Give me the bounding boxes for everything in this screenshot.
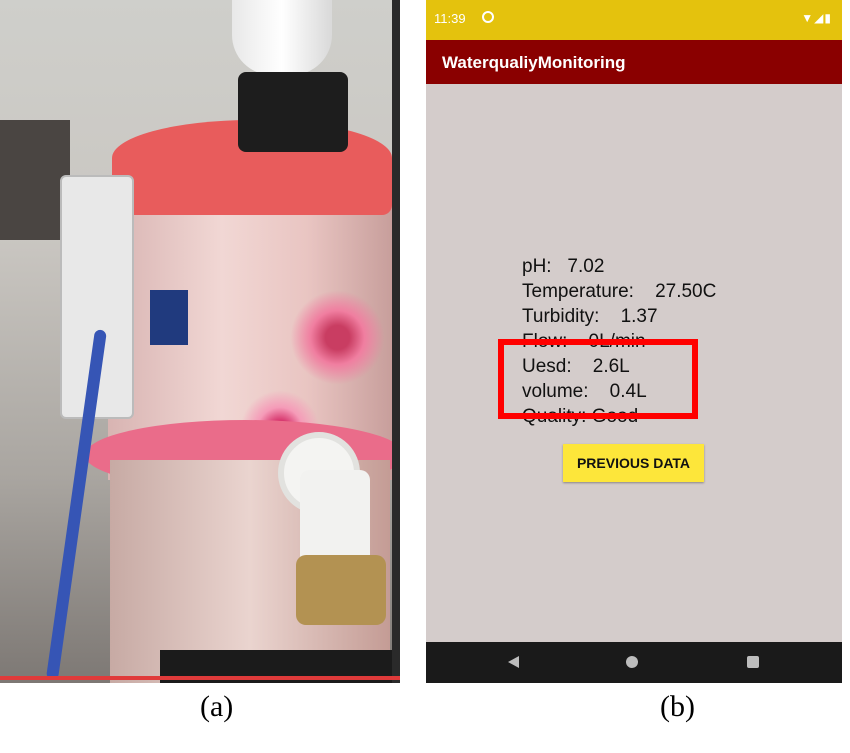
reading-label: Temperature: <box>522 281 634 302</box>
brass-valve <box>296 555 386 625</box>
reading-value: 27.50C <box>655 281 717 302</box>
app-title: WaterqualiyMonitoring <box>442 53 626 72</box>
previous-data-button[interactable]: PREVIOUS DATA <box>563 444 704 482</box>
status-bar: 11:39 ▼◢▮ <box>426 0 842 40</box>
caption-b: (b) <box>660 690 695 723</box>
signal-battery-icons: ▼◢▮ <box>801 11 832 25</box>
caption-a: (a) <box>200 690 234 723</box>
pump-motor <box>238 72 348 152</box>
device-photo <box>0 0 400 683</box>
sensor-module <box>150 290 188 345</box>
reading-ph: pH: 7.02 <box>522 254 822 279</box>
reading-value: 1.37 <box>620 306 658 327</box>
reading-label: Turbidity: <box>522 306 600 327</box>
highlight-box <box>498 339 698 419</box>
reading-label: pH: <box>522 256 552 277</box>
recents-icon[interactable] <box>747 656 759 668</box>
reading-turbidity: Turbidity: 1.37 <box>522 304 822 329</box>
bottle <box>232 0 332 75</box>
reading-temperature: Temperature: 27.50C <box>522 279 822 304</box>
frame-edge <box>392 0 400 683</box>
home-icon[interactable] <box>626 656 638 668</box>
cast-icon <box>482 11 494 23</box>
navigation-bar <box>426 642 842 683</box>
reading-value: 7.02 <box>567 256 605 277</box>
status-time: 11:39 <box>434 11 466 26</box>
video-progress-bar <box>0 676 400 680</box>
back-icon[interactable] <box>508 656 519 668</box>
app-bar: WaterqualiyMonitoring <box>426 40 842 84</box>
flower-decoration <box>290 290 385 385</box>
